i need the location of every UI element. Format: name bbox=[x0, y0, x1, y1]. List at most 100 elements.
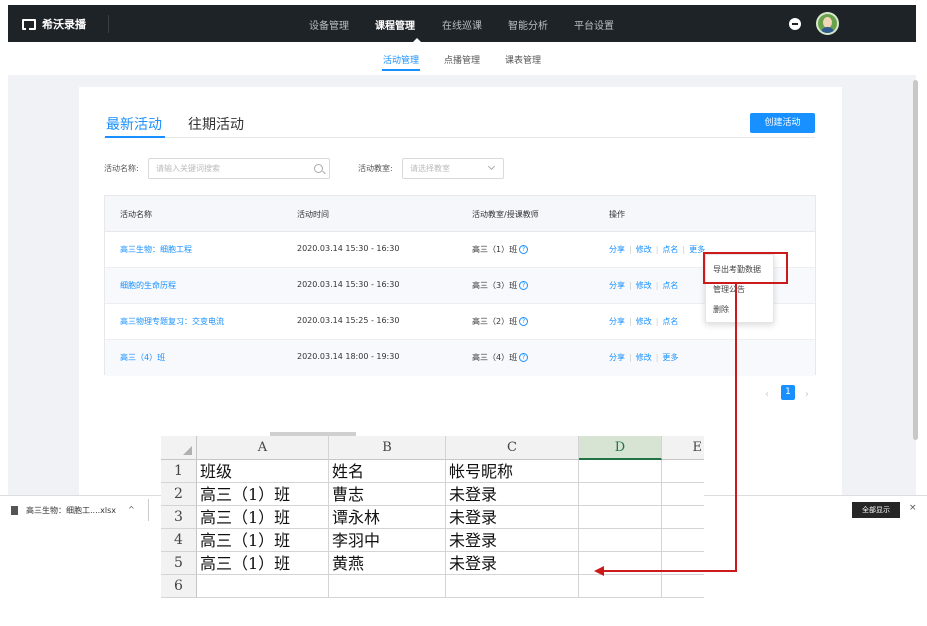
cell[interactable]: 黄燕 bbox=[329, 552, 446, 575]
page-scrollbar[interactable] bbox=[913, 80, 918, 440]
activity-time: 2020.03.14 18:00 - 19:30 bbox=[297, 352, 400, 361]
row-actions: 分享 | 修改 | 点名 bbox=[609, 281, 679, 290]
activity-name-search-input[interactable]: 请输入关键词搜索 bbox=[148, 158, 330, 179]
nav-online-patrol[interactable]: 在线巡课 bbox=[442, 17, 482, 32]
column-header-e[interactable]: E bbox=[662, 436, 704, 460]
cell[interactable] bbox=[329, 575, 446, 598]
nav-course-management[interactable]: 课程管理 bbox=[375, 17, 415, 32]
subnav-vod-management[interactable]: 点播管理 bbox=[444, 53, 480, 66]
menu-item-manage-announcement[interactable]: 管理公告 bbox=[713, 284, 745, 295]
tab-latest-activities[interactable]: 最新活动 bbox=[106, 114, 162, 134]
pagination-next[interactable]: › bbox=[805, 389, 809, 400]
column-header-room-teacher: 活动教室/授课教师 bbox=[472, 210, 539, 219]
search-icon[interactable] bbox=[314, 164, 323, 173]
edit-link[interactable]: 修改 bbox=[636, 245, 652, 254]
row-actions: 分享 | 修改 | 点名 bbox=[609, 317, 679, 326]
close-icon[interactable]: × bbox=[909, 503, 917, 513]
nav-device-management[interactable]: 设备管理 bbox=[309, 17, 349, 32]
top-nav-bar: 希沃录播 设备管理 课程管理 在线巡课 智能分析 平台设置 bbox=[8, 5, 916, 43]
help-icon[interactable]: ? bbox=[519, 245, 529, 254]
row-number[interactable]: 1 bbox=[161, 460, 197, 483]
cell[interactable]: 高三（1）班 bbox=[197, 552, 329, 575]
row-number[interactable]: 6 bbox=[161, 575, 197, 598]
cell[interactable]: 姓名 bbox=[329, 460, 446, 483]
cell[interactable]: 班级 bbox=[197, 460, 329, 483]
spreadsheet-preview: A B C D E 1 2 3 4 5 6 班级 姓名 帐号昵称 高三（1）班 … bbox=[161, 436, 704, 604]
edit-link[interactable]: 修改 bbox=[636, 353, 652, 362]
subnav-activity-management[interactable]: 活动管理 bbox=[383, 53, 419, 66]
help-icon[interactable]: ? bbox=[519, 281, 529, 290]
cell[interactable]: 高三（1）班 bbox=[197, 483, 329, 506]
cell[interactable] bbox=[579, 460, 662, 483]
cell[interactable] bbox=[579, 575, 662, 598]
cell[interactable]: 未登录 bbox=[446, 529, 579, 552]
share-link[interactable]: 分享 bbox=[609, 317, 625, 326]
avatar[interactable] bbox=[816, 12, 839, 35]
column-header-a[interactable]: A bbox=[197, 436, 329, 460]
row-actions: 分享 | 修改 | 点名 | 更多 bbox=[609, 245, 706, 254]
cell[interactable]: 未登录 bbox=[446, 552, 579, 575]
activity-room-select[interactable]: 请选择教室 bbox=[402, 158, 504, 179]
cell[interactable]: 帐号昵称 bbox=[446, 460, 579, 483]
active-nav-indicator bbox=[412, 38, 422, 43]
help-icon[interactable]: ? bbox=[519, 317, 529, 326]
row-number[interactable]: 5 bbox=[161, 552, 197, 575]
subnav-schedule-management[interactable]: 课表管理 bbox=[505, 53, 541, 66]
more-link[interactable]: 更多 bbox=[662, 353, 678, 362]
create-activity-button[interactable]: 创建活动 bbox=[750, 113, 815, 133]
cell[interactable]: 李羽中 bbox=[329, 529, 446, 552]
row-number[interactable]: 3 bbox=[161, 506, 197, 529]
help-icon[interactable]: ? bbox=[519, 353, 529, 362]
pagination-current-page[interactable]: 1 bbox=[781, 385, 795, 400]
edit-link[interactable]: 修改 bbox=[636, 317, 652, 326]
cell[interactable] bbox=[662, 506, 704, 529]
select-all-corner[interactable] bbox=[161, 436, 197, 460]
share-link[interactable]: 分享 bbox=[609, 281, 625, 290]
roll-call-link[interactable]: 点名 bbox=[662, 317, 678, 326]
activity-name-link[interactable]: 高三物理专题复习：交变电流 bbox=[120, 316, 224, 327]
cell[interactable] bbox=[662, 575, 704, 598]
cell[interactable] bbox=[579, 506, 662, 529]
activity-name-link[interactable]: 高三生物：细胞工程 bbox=[120, 244, 192, 255]
logo[interactable]: 希沃录播 bbox=[22, 16, 86, 32]
chevron-up-icon[interactable]: ^ bbox=[128, 505, 135, 514]
activity-time: 2020.03.14 15:30 - 16:30 bbox=[297, 244, 400, 253]
cell[interactable]: 未登录 bbox=[446, 506, 579, 529]
cell[interactable]: 未登录 bbox=[446, 483, 579, 506]
cell[interactable]: 谭永林 bbox=[329, 506, 446, 529]
cell[interactable] bbox=[197, 575, 329, 598]
cell[interactable] bbox=[662, 460, 704, 483]
nav-platform-settings[interactable]: 平台设置 bbox=[574, 17, 614, 32]
column-header-c[interactable]: C bbox=[446, 436, 579, 460]
cell[interactable] bbox=[662, 529, 704, 552]
cell[interactable] bbox=[446, 575, 579, 598]
cell[interactable]: 曹志 bbox=[329, 483, 446, 506]
pagination-prev[interactable]: ‹ bbox=[765, 389, 769, 400]
edit-link[interactable]: 修改 bbox=[636, 281, 652, 290]
column-header-d[interactable]: D bbox=[579, 436, 662, 460]
share-link[interactable]: 分享 bbox=[609, 245, 625, 254]
row-number[interactable]: 4 bbox=[161, 529, 197, 552]
roll-call-link[interactable]: 点名 bbox=[662, 281, 678, 290]
row-number[interactable]: 2 bbox=[161, 483, 197, 506]
activity-name-link[interactable]: 细胞的生命历程 bbox=[120, 280, 176, 291]
tab-past-activities[interactable]: 往期活动 bbox=[188, 114, 244, 134]
downloaded-file[interactable]: 高三生物：细胞工....xlsx bbox=[11, 505, 116, 516]
cell[interactable] bbox=[579, 483, 662, 506]
nav-smart-analysis[interactable]: 智能分析 bbox=[508, 17, 548, 32]
file-icon bbox=[11, 506, 18, 515]
column-header-b[interactable]: B bbox=[329, 436, 446, 460]
activity-name-link[interactable]: 高三（4）班 bbox=[120, 352, 165, 363]
share-link[interactable]: 分享 bbox=[609, 353, 625, 362]
cell[interactable] bbox=[579, 529, 662, 552]
chevron-down-icon bbox=[487, 162, 496, 171]
roll-call-link[interactable]: 点名 bbox=[662, 245, 678, 254]
show-all-downloads-button[interactable]: 全部显示 bbox=[852, 502, 900, 518]
row-actions: 分享 | 修改 | 更多 bbox=[609, 353, 679, 362]
collapse-icon[interactable] bbox=[789, 18, 801, 30]
cell[interactable]: 高三（1）班 bbox=[197, 529, 329, 552]
cell[interactable] bbox=[662, 483, 704, 506]
divider bbox=[108, 15, 109, 33]
menu-item-delete[interactable]: 删除 bbox=[713, 304, 729, 315]
cell[interactable]: 高三（1）班 bbox=[197, 506, 329, 529]
